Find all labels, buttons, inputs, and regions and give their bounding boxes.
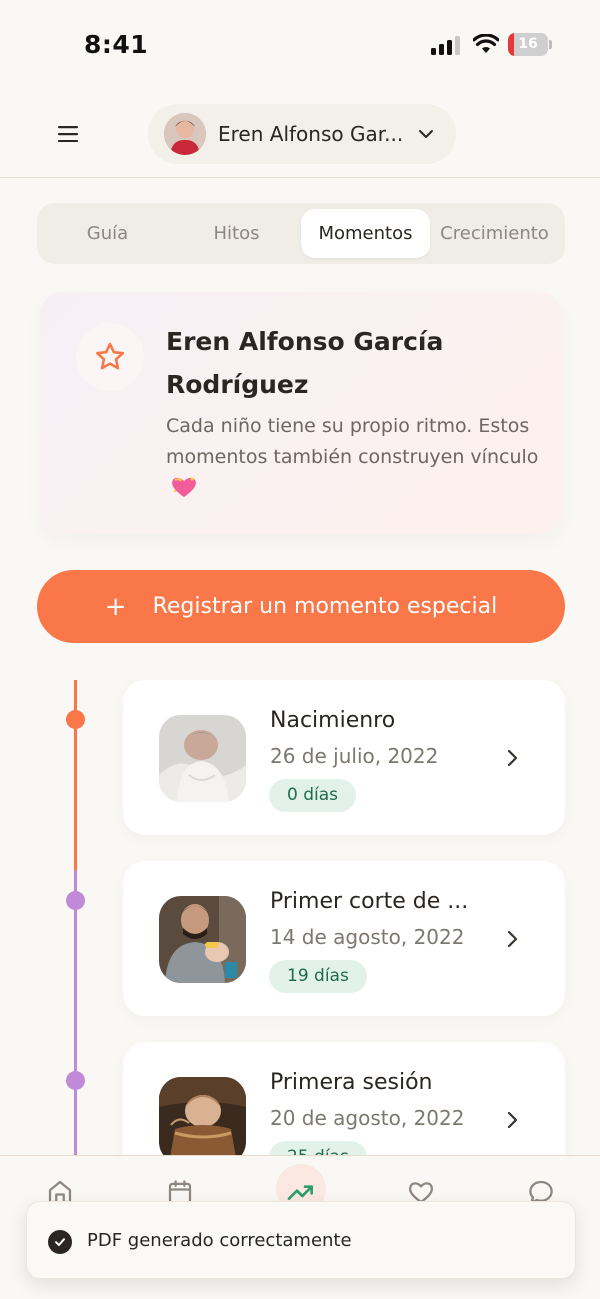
moment-photo [159, 896, 246, 983]
moment-card[interactable]: Nacimienro 26 de julio, 2022 0 días [123, 680, 565, 835]
sparkling-heart-icon [172, 477, 196, 497]
child-selector[interactable]: Eren Alfonso Gar... [148, 104, 456, 164]
moment-card[interactable]: Primera sesión 20 de agosto, 2022 25 día… [123, 1042, 565, 1155]
tab-momentos[interactable]: Momentos [301, 209, 430, 258]
intro-title: Eren Alfonso García Rodríguez [166, 327, 444, 399]
cellular-signal-icon [431, 36, 460, 55]
register-moment-button[interactable]: + Registrar un momento especial [37, 570, 565, 643]
moment-photo [159, 1077, 246, 1155]
moment-photo [159, 715, 246, 802]
timeline-line-segment [74, 680, 77, 870]
status-bar: 8:41 16 [0, 0, 600, 90]
timeline-dot [66, 1071, 85, 1090]
moment-title: Primera sesión [270, 1070, 433, 1095]
tab-hitos[interactable]: Hitos [172, 209, 301, 258]
wifi-icon [473, 34, 499, 53]
success-toast: PDF generado correctamente [26, 1201, 576, 1279]
battery-indicator: 16 [508, 33, 552, 56]
plus-icon: + [104, 591, 127, 622]
star-badge [76, 323, 144, 391]
moment-title: Nacimienro [270, 708, 396, 733]
moment-age-badge: 0 días [269, 779, 357, 812]
timeline-dot [66, 891, 85, 910]
intro-text: Cada niño tiene su propio ritmo. Estos m… [166, 411, 546, 504]
tab-crecimiento[interactable]: Crecimiento [430, 209, 559, 258]
moment-date: 14 de agosto, 2022 [270, 925, 465, 949]
star-icon [95, 342, 125, 370]
chevron-right-icon [507, 1111, 518, 1129]
hamburger-menu-icon[interactable] [50, 116, 86, 152]
toast-message: PDF generado correctamente [87, 1230, 352, 1251]
chevron-down-icon [419, 130, 433, 138]
battery-level: 16 [518, 36, 538, 52]
moment-age-badge: 19 días [269, 960, 367, 993]
timeline-line-segment [74, 870, 77, 1155]
check-circle-icon [48, 1230, 72, 1254]
moment-age-badge: 25 días [269, 1141, 367, 1155]
intro-card: Eren Alfonso García Rodríguez Cada niño … [40, 292, 562, 534]
moment-card[interactable]: Primer corte de ... 14 de agosto, 2022 1… [123, 861, 565, 1016]
moment-title: Primer corte de ... [270, 889, 469, 914]
timeline-dot [66, 710, 85, 729]
app-header: Eren Alfonso Gar... [0, 90, 600, 178]
moments-timeline: Nacimienro 26 de julio, 2022 0 días Prim… [0, 680, 600, 1155]
intro-text-content: Cada niño tiene su propio ritmo. Estos m… [166, 415, 539, 468]
section-tabs: Guía Hitos Momentos Crecimiento [37, 203, 565, 264]
moment-date: 20 de agosto, 2022 [270, 1106, 465, 1130]
chevron-right-icon [507, 930, 518, 948]
status-time: 8:41 [84, 30, 149, 59]
child-avatar [164, 113, 206, 155]
tab-guia[interactable]: Guía [43, 209, 172, 258]
moment-date: 26 de julio, 2022 [270, 744, 439, 768]
child-name: Eren Alfonso Gar... [218, 122, 404, 146]
register-moment-label: Registrar un momento especial [152, 594, 498, 619]
chevron-right-icon [507, 749, 518, 767]
